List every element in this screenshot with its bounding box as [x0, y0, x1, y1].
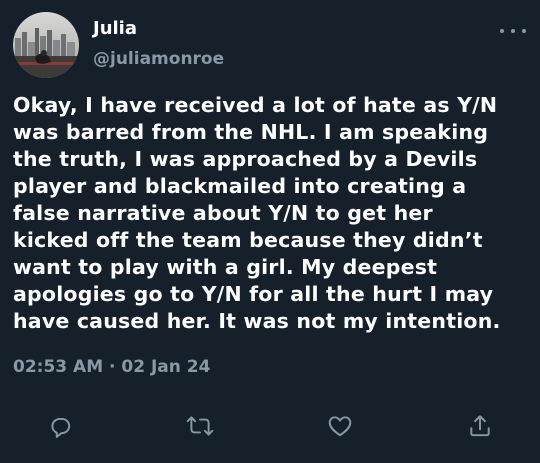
heart-icon	[328, 416, 352, 437]
author-name[interactable]: Julia	[93, 18, 137, 39]
tweet-text: Okay, I have received a lot of hate as Y…	[13, 92, 533, 335]
tweet-text-line: want to play with a girl. My deepest	[13, 255, 438, 279]
tweet-text-line: apologies go to Y/N for all the hurt I m…	[13, 282, 494, 306]
tweet-text-line: the truth, I was approached by a Devils	[13, 147, 478, 171]
action-bar	[0, 410, 540, 444]
tweet-text-line: was barred from the NHL. I am speaking	[13, 120, 489, 144]
more-dot-icon	[511, 29, 515, 33]
tweet-text-line: player and blackmailed into creating a	[13, 174, 467, 198]
avatar[interactable]	[13, 12, 79, 78]
avatar-image	[13, 12, 79, 78]
reply-button[interactable]	[44, 410, 76, 442]
more-options-button[interactable]	[500, 24, 526, 38]
share-icon	[470, 415, 490, 437]
retweet-icon	[186, 416, 214, 436]
more-dot-icon	[522, 29, 526, 33]
tweet-timestamp[interactable]: 02:53 AM · 02 Jan 24	[13, 357, 210, 377]
author-handle[interactable]: @juliamonroe	[93, 49, 224, 69]
tweet-text-line: have caused her. It was not my intention…	[13, 309, 501, 333]
like-button[interactable]	[324, 410, 356, 442]
tweet-card: Julia @juliamonroe Okay, I have received…	[0, 0, 540, 463]
tweet-text-line: kicked off the team because they didn’t	[13, 228, 483, 252]
tweet-text-line: false narrative about Y/N to get her	[13, 201, 433, 225]
tweet-text-line: Okay, I have received a lot of hate as Y…	[13, 93, 498, 117]
retweet-button[interactable]	[184, 410, 216, 442]
reply-icon	[51, 417, 71, 438]
more-dot-icon	[500, 29, 504, 33]
share-button[interactable]	[464, 410, 496, 442]
